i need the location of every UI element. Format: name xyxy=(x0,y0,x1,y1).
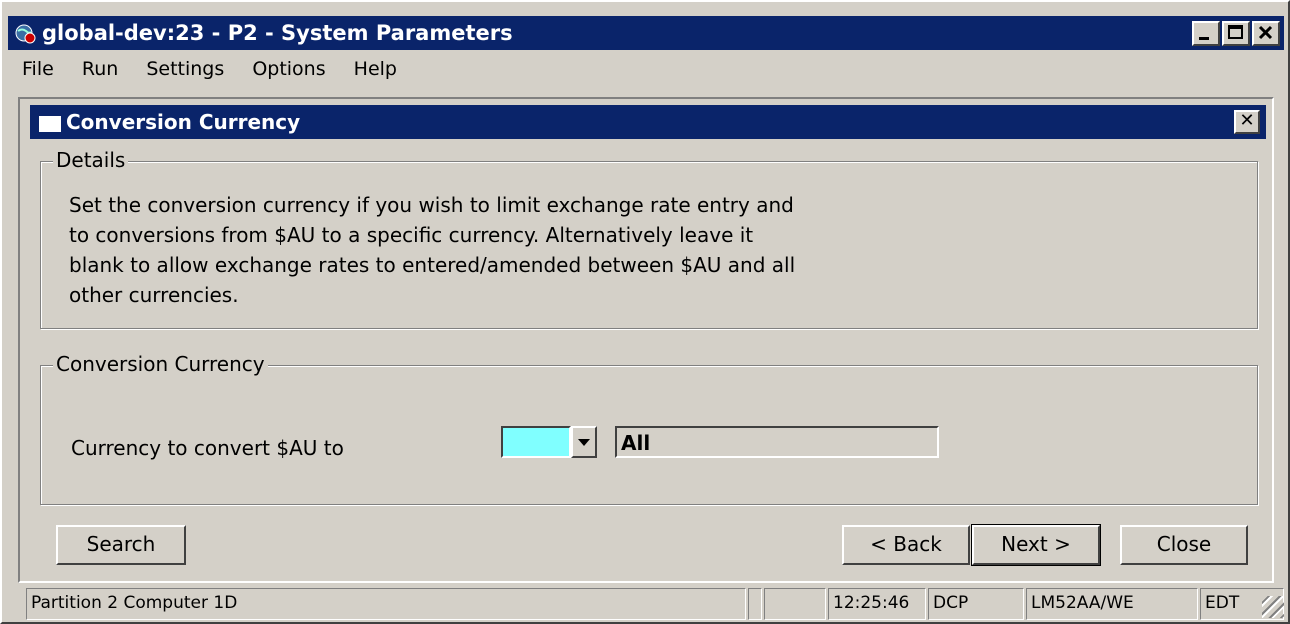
menu-run[interactable]: Run xyxy=(82,58,118,80)
currency-field-label: Currency to convert $AU to xyxy=(71,436,344,460)
dialog-panel: Conversion Currency ✕ Details Set the co… xyxy=(18,97,1274,583)
details-line: other currencies. xyxy=(69,283,239,307)
close-icon: ✕ xyxy=(1239,110,1255,131)
dialog-titlebar: Conversion Currency ✕ xyxy=(30,105,1266,139)
status-terminal: LM52AA/WE xyxy=(1026,588,1198,620)
search-button[interactable]: Search xyxy=(56,525,186,565)
maximize-icon xyxy=(1228,25,1243,39)
menu-file[interactable]: File xyxy=(22,58,54,80)
menubar: File Run Settings Options Help xyxy=(12,58,419,88)
maximize-button[interactable] xyxy=(1222,21,1250,46)
status-time: 12:25:46 xyxy=(828,588,926,620)
dialog-close-button[interactable]: ✕ xyxy=(1234,110,1260,134)
back-button[interactable]: < Back xyxy=(842,525,970,565)
conversion-legend: Conversion Currency xyxy=(53,352,268,376)
status-cell-empty xyxy=(764,588,826,620)
details-text: Set the conversion currency if you wish … xyxy=(69,190,969,310)
details-line: Set the conversion currency if you wish … xyxy=(69,193,794,217)
close-icon xyxy=(1258,25,1273,40)
status-mode: DCP xyxy=(928,588,1024,620)
minimize-button[interactable] xyxy=(1192,21,1220,46)
status-message: Partition 2 Computer 1D xyxy=(26,588,746,620)
status-cell-empty xyxy=(748,588,762,620)
window-icon xyxy=(38,112,62,132)
currency-input[interactable] xyxy=(501,426,571,458)
conversion-currency-group: Conversion Currency Currency to convert … xyxy=(40,352,1258,505)
menu-options[interactable]: Options xyxy=(252,58,325,80)
details-line: blank to allow exchange rates to entered… xyxy=(69,253,796,277)
menu-help[interactable]: Help xyxy=(354,58,397,80)
currency-dropdown-button[interactable] xyxy=(571,426,597,458)
window-titlebar[interactable]: global-dev:23 - P2 - System Parameters xyxy=(8,16,1284,50)
menu-settings[interactable]: Settings xyxy=(146,58,224,80)
minimize-icon xyxy=(1199,37,1209,40)
chevron-down-icon xyxy=(578,439,590,446)
close-button[interactable]: Close xyxy=(1120,525,1248,565)
application-window: global-dev:23 - P2 - System Parameters F… xyxy=(0,0,1290,624)
next-button[interactable]: Next > xyxy=(971,524,1101,566)
window-title: global-dev:23 - P2 - System Parameters xyxy=(42,21,513,45)
statusbar: Partition 2 Computer 1D 12:25:46 DCP LM5… xyxy=(10,588,1286,620)
details-group: Details Set the conversion currency if y… xyxy=(40,148,1258,329)
details-legend: Details xyxy=(53,148,129,172)
app-globe-icon xyxy=(15,24,36,44)
dialog-title: Conversion Currency xyxy=(66,110,301,134)
close-window-button[interactable] xyxy=(1252,21,1280,46)
currency-description: All xyxy=(615,426,939,458)
details-line: to conversions from $AU to a specific cu… xyxy=(69,223,754,247)
resize-grip[interactable] xyxy=(1262,596,1284,618)
